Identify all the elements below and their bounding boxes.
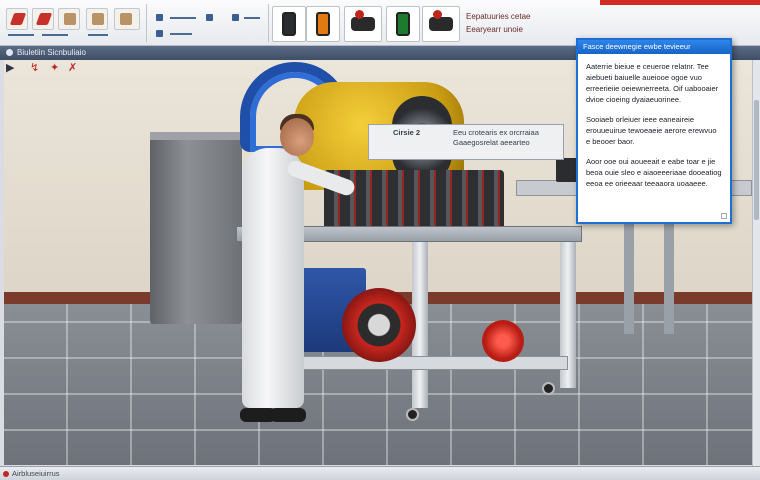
alternator-coil[interactable] [482,320,524,362]
status-indicator-icon [3,471,9,477]
toolbar-divider [146,4,147,42]
dialog-paragraph: Aaterrie bieiue e ceueroe relatnr. Tee a… [586,62,719,104]
placard-line-1: Eeu crotearis ex orcrraiaa [453,128,539,137]
layer-slider[interactable] [170,17,196,19]
close-icon[interactable]: ✗ [68,62,77,74]
technician-shoe [270,408,306,422]
pump-component-button[interactable] [422,6,460,42]
caster-wheel [542,382,555,395]
view-caption-line [170,33,192,35]
battery-component-button[interactable] [272,6,306,42]
starter-motor-component-button[interactable] [344,6,382,42]
placard-label: Cirsie 2 [393,128,421,137]
dialog-paragraph: Sooiaeb orleiuer ieee eaneaireie erouueu… [586,115,717,146]
caster-wheel [406,408,419,421]
grid-icon[interactable] [206,14,213,21]
tool-caption-line [42,34,68,36]
component-catalog-caption: Eepatuuries cetae Eearyearr unoie [466,10,576,36]
vertical-scrollbar[interactable] [752,60,760,466]
layer-icon[interactable] [156,14,163,21]
engine-block[interactable] [324,170,504,234]
brand-accent-bar [600,0,760,5]
view-icon[interactable] [156,30,163,37]
technician-head [280,118,314,156]
tool-caption-line [88,34,108,36]
folder-tool-icon[interactable] [114,8,140,30]
info-dialog[interactable]: Fasce deewnegie ewbe tevieeur Aaterrie b… [576,38,732,224]
pencil-tool-icon[interactable] [32,8,54,30]
placard-line-2: Gaaegosrelat aeearteo [453,138,530,147]
dialog-title[interactable]: Fasce deewnegie ewbe tevieeur [578,40,730,54]
box-tool-icon[interactable] [86,8,108,30]
inverter-component-button[interactable] [386,6,420,42]
placard-description: Eeu crotearis ex orcrraiaa Gaaegosrelat … [453,128,561,148]
play-icon[interactable]: ▶ [6,62,14,74]
spark-icon[interactable]: ✦ [50,62,59,74]
fuel-cell-component-button[interactable] [306,6,340,42]
catalog-line-2: Eearyearr unoie [466,25,523,34]
dialog-paragraph: Aoor ooe oui aoueeait e eabe toar e jie … [586,157,722,188]
technician-figure[interactable] [242,148,304,408]
scrollbar-thumb[interactable] [754,100,759,220]
toolbar-divider [268,4,269,42]
resize-grip-icon[interactable] [721,213,727,219]
metal-cabinet [150,132,242,324]
wrench-tool-icon[interactable] [58,8,80,30]
flash-icon[interactable]: ↯ [30,62,39,74]
cut-tool-icon[interactable] [6,8,28,30]
wall-placard: Cirsie 2 Eeu crotearis ex orcrraiaa Gaae… [368,124,564,160]
tool-caption-line [8,34,34,36]
electric-motor[interactable] [342,288,416,362]
window-title: Biuletiin Sicnbuliaio [17,48,86,57]
status-bar: Airbluseiuirrus [0,466,760,480]
workbench-shelf [290,356,568,370]
zoom-slider[interactable] [244,17,260,19]
status-text: Airbluseiuirrus [12,469,60,478]
app-icon [6,49,13,56]
camera-icon[interactable] [232,14,239,21]
dialog-body: Aaterrie bieiue e ceueroe relatnr. Tee a… [578,54,730,205]
catalog-line-1: Eepatuuries cetae [466,12,531,21]
